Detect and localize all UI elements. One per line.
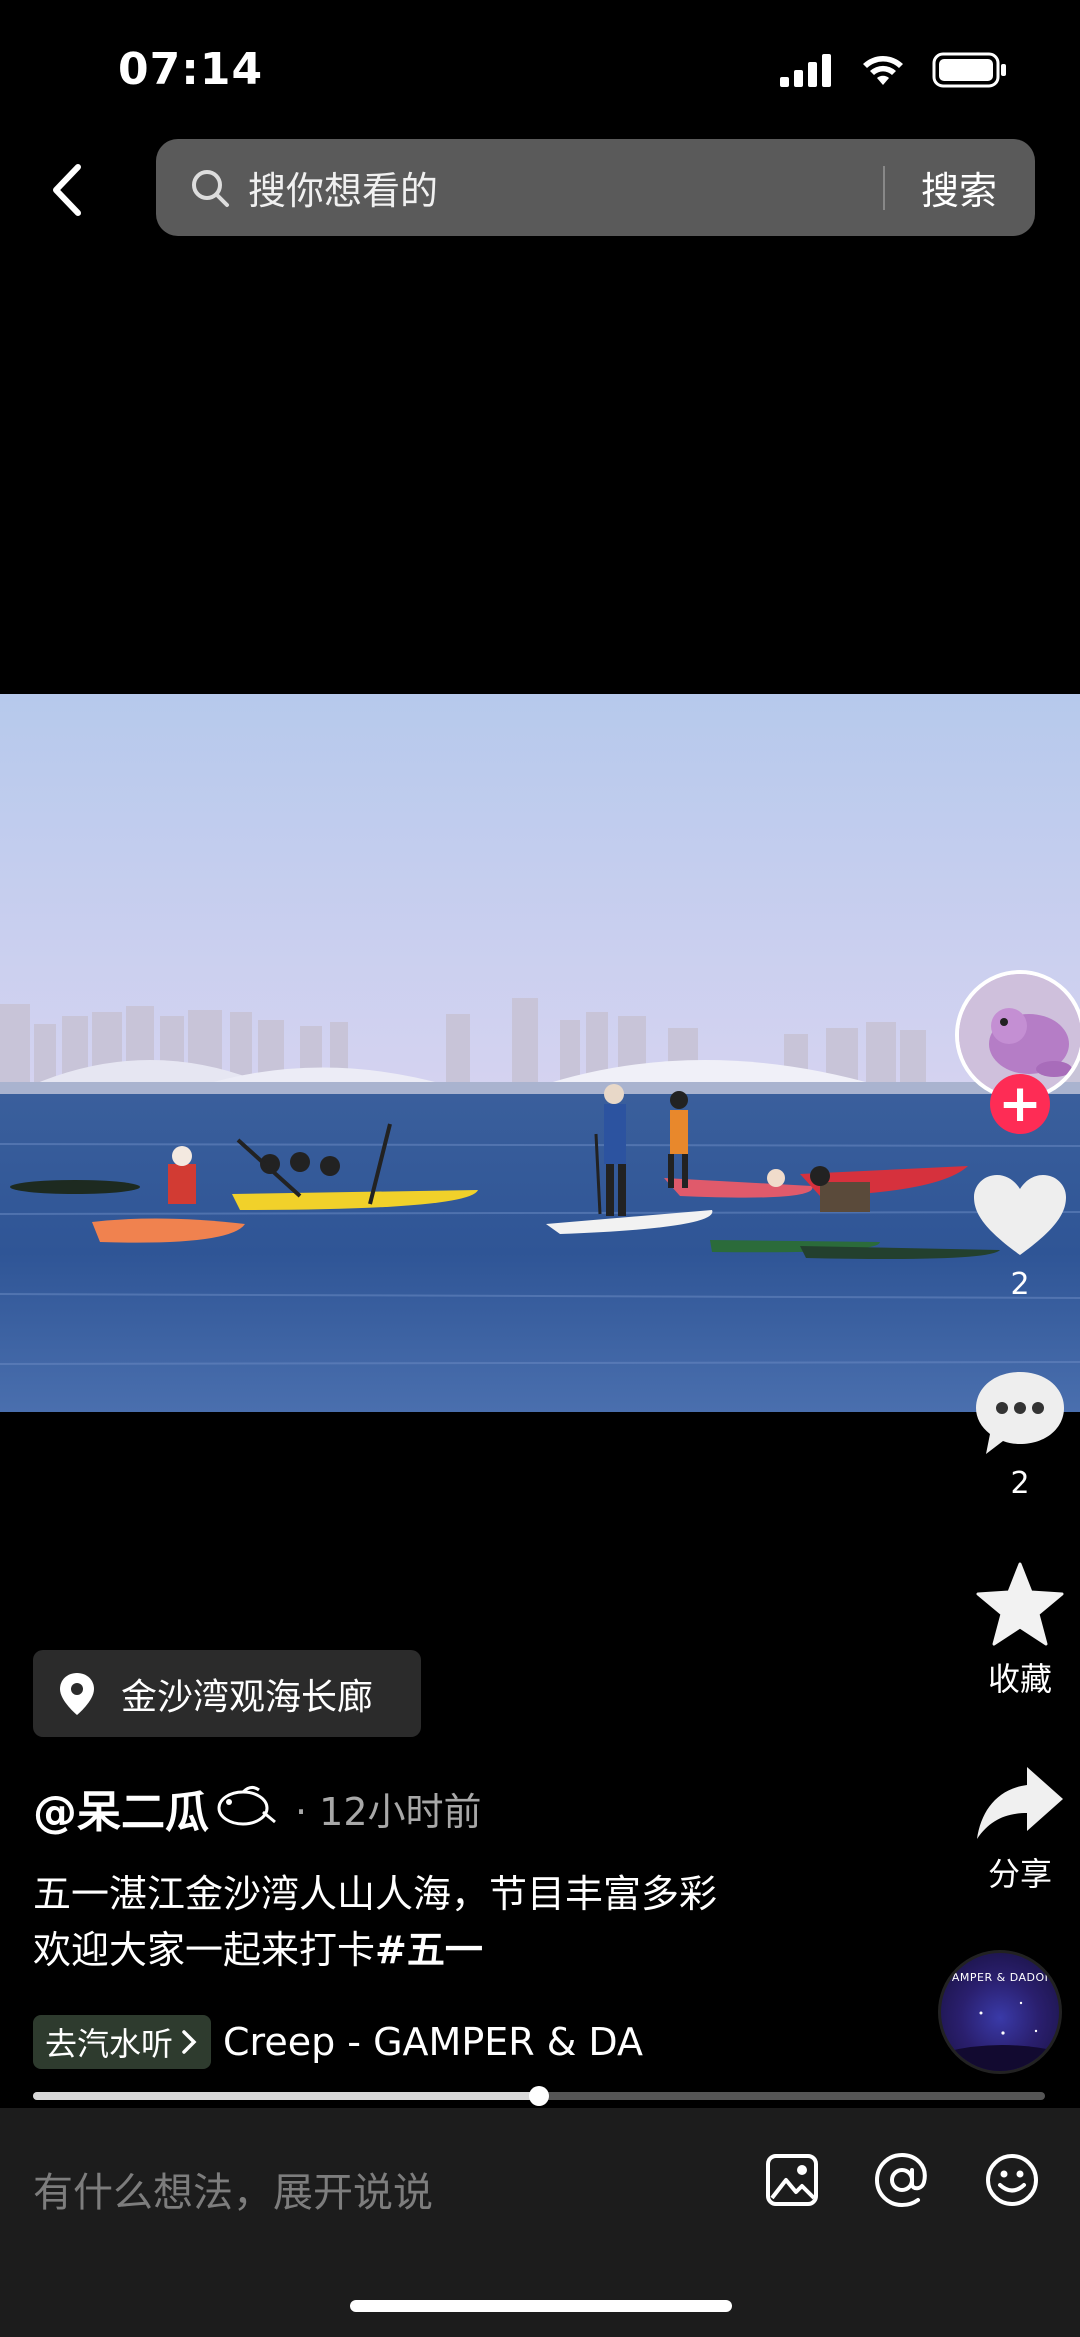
search-input[interactable]: 搜你想看的	[248, 160, 883, 215]
like-action[interactable]: 2	[950, 1175, 1080, 1302]
at-icon[interactable]	[874, 2152, 930, 2208]
video-content[interactable]	[0, 694, 1080, 1412]
share-label: 分享	[987, 1855, 1052, 1893]
comment-count: 2	[1010, 1466, 1030, 1501]
search-bar[interactable]: 搜你想看的 搜索	[156, 139, 1035, 236]
comment-action[interactable]: 2	[950, 1370, 1080, 1501]
search-divider	[882, 165, 885, 210]
music-title: Creep - GAMPER & DA	[223, 2020, 644, 2064]
kayaking-scene-image	[0, 694, 1080, 1412]
music-row[interactable]: 去汽水听 Creep - GAMPER & DA	[33, 2015, 673, 2069]
music-disc[interactable]: GAMPER & DADONI	[938, 1950, 1062, 2074]
battery-icon	[932, 52, 1006, 88]
image-icon[interactable]	[764, 2152, 820, 2208]
share-arrow-icon	[977, 1767, 1063, 1839]
bird-emoji-icon	[217, 1785, 276, 1826]
caption-line-1: 五一湛江金沙湾人山人海，节目丰富多彩	[33, 1872, 718, 1916]
video-feed-screen: 07:14 搜你想看的 搜索 + 2 2 收藏 分享 GAMPER & DADO…	[0, 0, 1080, 2337]
location-name: 金沙湾观海长廊	[121, 1676, 374, 1718]
back-button[interactable]	[42, 160, 92, 220]
share-action[interactable]: 分享	[950, 1765, 1080, 1895]
like-count: 2	[1010, 1267, 1030, 1302]
favorite-label: 收藏	[987, 1660, 1052, 1698]
comment-bubble-icon	[976, 1372, 1064, 1454]
location-pin-icon	[60, 1672, 94, 1715]
search-icon	[192, 169, 229, 207]
favorite-action[interactable]: 收藏	[950, 1562, 1080, 1700]
music-chip-label: 去汽水听	[45, 2025, 174, 2063]
search-button[interactable]: 搜索	[921, 160, 997, 215]
wifi-icon	[863, 56, 903, 85]
status-icons	[780, 52, 1008, 88]
author-row: @呆二瓜 · 12小时前	[33, 1776, 482, 1840]
home-indicator[interactable]	[350, 2300, 732, 2312]
caption: 五一湛江金沙湾人山人海，节目丰富多彩 欢迎大家一起来打卡#五一	[33, 1866, 833, 1978]
post-time: · 12小时前	[295, 1789, 482, 1834]
location-chip[interactable]: 金沙湾观海长廊	[33, 1650, 421, 1737]
star-icon	[976, 1562, 1064, 1646]
signal-icon	[780, 54, 831, 87]
back-chevron-icon	[53, 164, 81, 216]
emoji-icon[interactable]	[984, 2152, 1040, 2208]
caption-text: 欢迎大家一起来打卡	[33, 1928, 376, 1972]
progress-knob[interactable]	[529, 2086, 549, 2106]
chevron-right-icon	[182, 2030, 197, 2054]
comment-input[interactable]: 有什么想法，展开说说	[33, 2160, 433, 2218]
progress-fill	[33, 2092, 539, 2100]
music-open-chip[interactable]: 去汽水听	[33, 2015, 212, 2069]
caption-line-2: 欢迎大家一起来打卡#五一	[33, 1922, 833, 1978]
disc-artwork	[941, 2001, 1059, 2071]
follow-button[interactable]: +	[990, 1074, 1050, 1134]
playback-progress[interactable]	[33, 2086, 1045, 2106]
status-time: 07:14	[118, 44, 264, 95]
hashtag-link[interactable]: #五一	[375, 1928, 483, 1972]
author-name[interactable]: @呆二瓜	[33, 1776, 209, 1840]
comment-bar: 有什么想法，展开说说	[0, 2108, 1080, 2337]
heart-icon	[974, 1175, 1066, 1255]
